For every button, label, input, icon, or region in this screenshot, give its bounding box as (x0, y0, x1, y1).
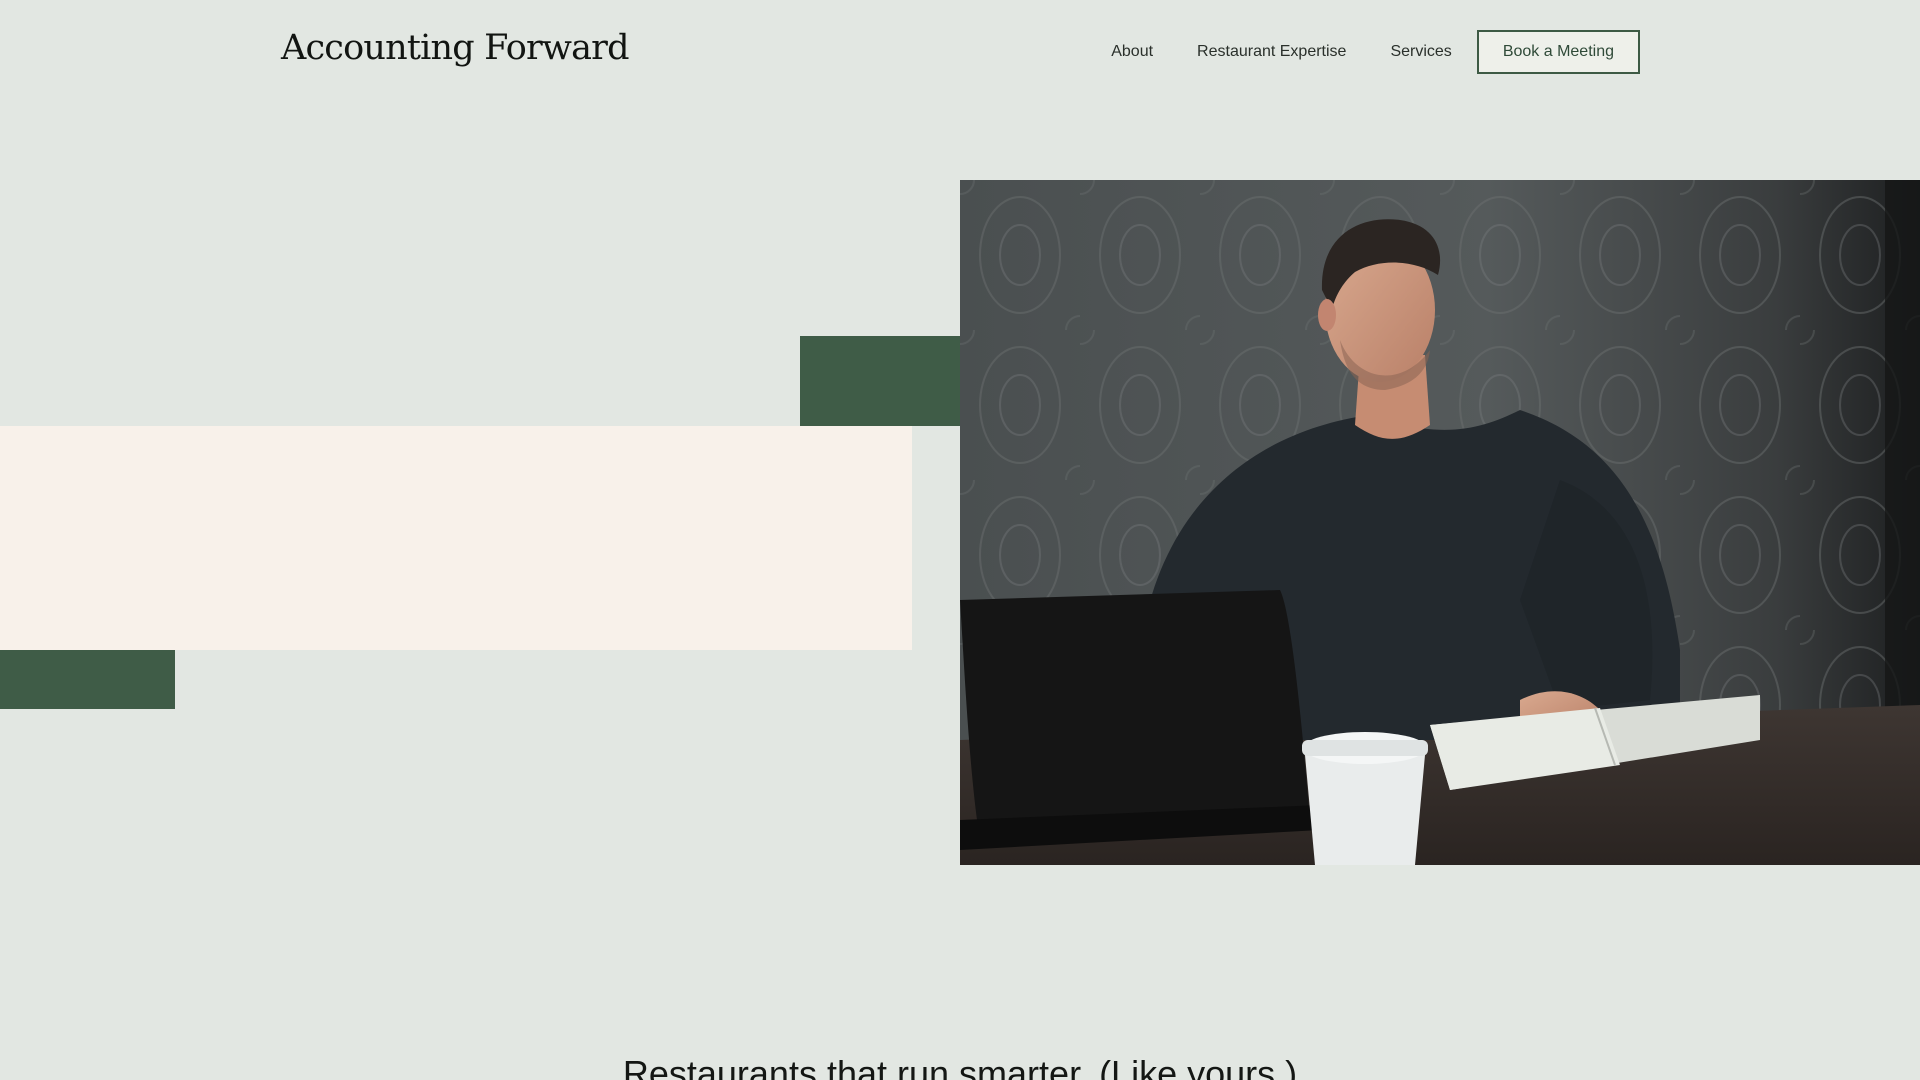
hero-photo-illustration (960, 180, 1920, 865)
hero-photo (960, 180, 1920, 865)
nav-link-restaurant-expertise[interactable]: Restaurant Expertise (1197, 43, 1346, 61)
brand-logo[interactable]: Accounting Forward (281, 22, 630, 74)
decorative-green-block-top (800, 336, 961, 426)
decorative-green-block-bottom (0, 650, 175, 709)
decorative-cream-block (0, 426, 912, 650)
main-nav: About Restaurant Expertise Services Book… (1111, 30, 1640, 74)
section-headline: Restaurants that run smarter. (Like your… (622, 1053, 1298, 1080)
page: Accounting Forward About Restaurant Expe… (0, 0, 1920, 1080)
book-meeting-button[interactable]: Book a Meeting (1476, 30, 1640, 74)
nav-link-services[interactable]: Services (1390, 43, 1451, 61)
nav-link-about[interactable]: About (1111, 43, 1153, 61)
